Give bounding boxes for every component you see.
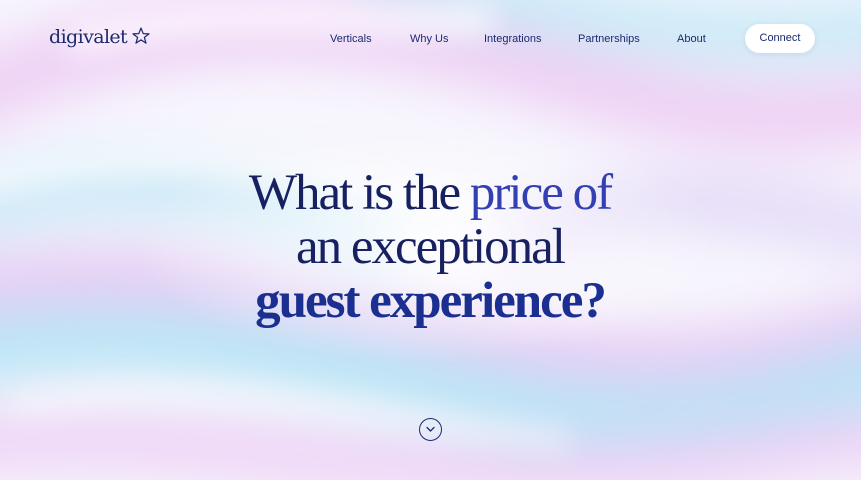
hero-line-2: an exceptional — [296, 219, 566, 275]
nav-link-why-us[interactable]: Why Us — [410, 31, 449, 47]
hero-line-1-part-1: What is the — [248, 165, 470, 221]
nav-link-partnerships[interactable]: Partnerships — [578, 31, 640, 47]
hero-line-1-part-2: price of — [469, 165, 613, 221]
nav-link-verticals[interactable]: Verticals — [330, 31, 372, 47]
hero-line-1: What is the price of — [130, 166, 730, 220]
hero-line-3: guest experience? — [255, 273, 607, 329]
nav-link-integrations[interactable]: Integrations — [484, 31, 541, 47]
brand-logo[interactable]: digivalet — [49, 24, 151, 50]
top-navigation: digivalet Verticals Why Us Integrations … — [0, 0, 861, 78]
brand-wordmark: digivalet — [49, 26, 128, 48]
chevron-down-icon — [426, 426, 435, 432]
star-outline-icon — [132, 26, 150, 44]
connect-button[interactable]: Connect — [745, 24, 815, 53]
scroll-down-button[interactable] — [419, 418, 442, 441]
hero-heading: What is the price of an exceptional gues… — [130, 166, 730, 328]
nav-link-about[interactable]: About — [677, 31, 706, 47]
